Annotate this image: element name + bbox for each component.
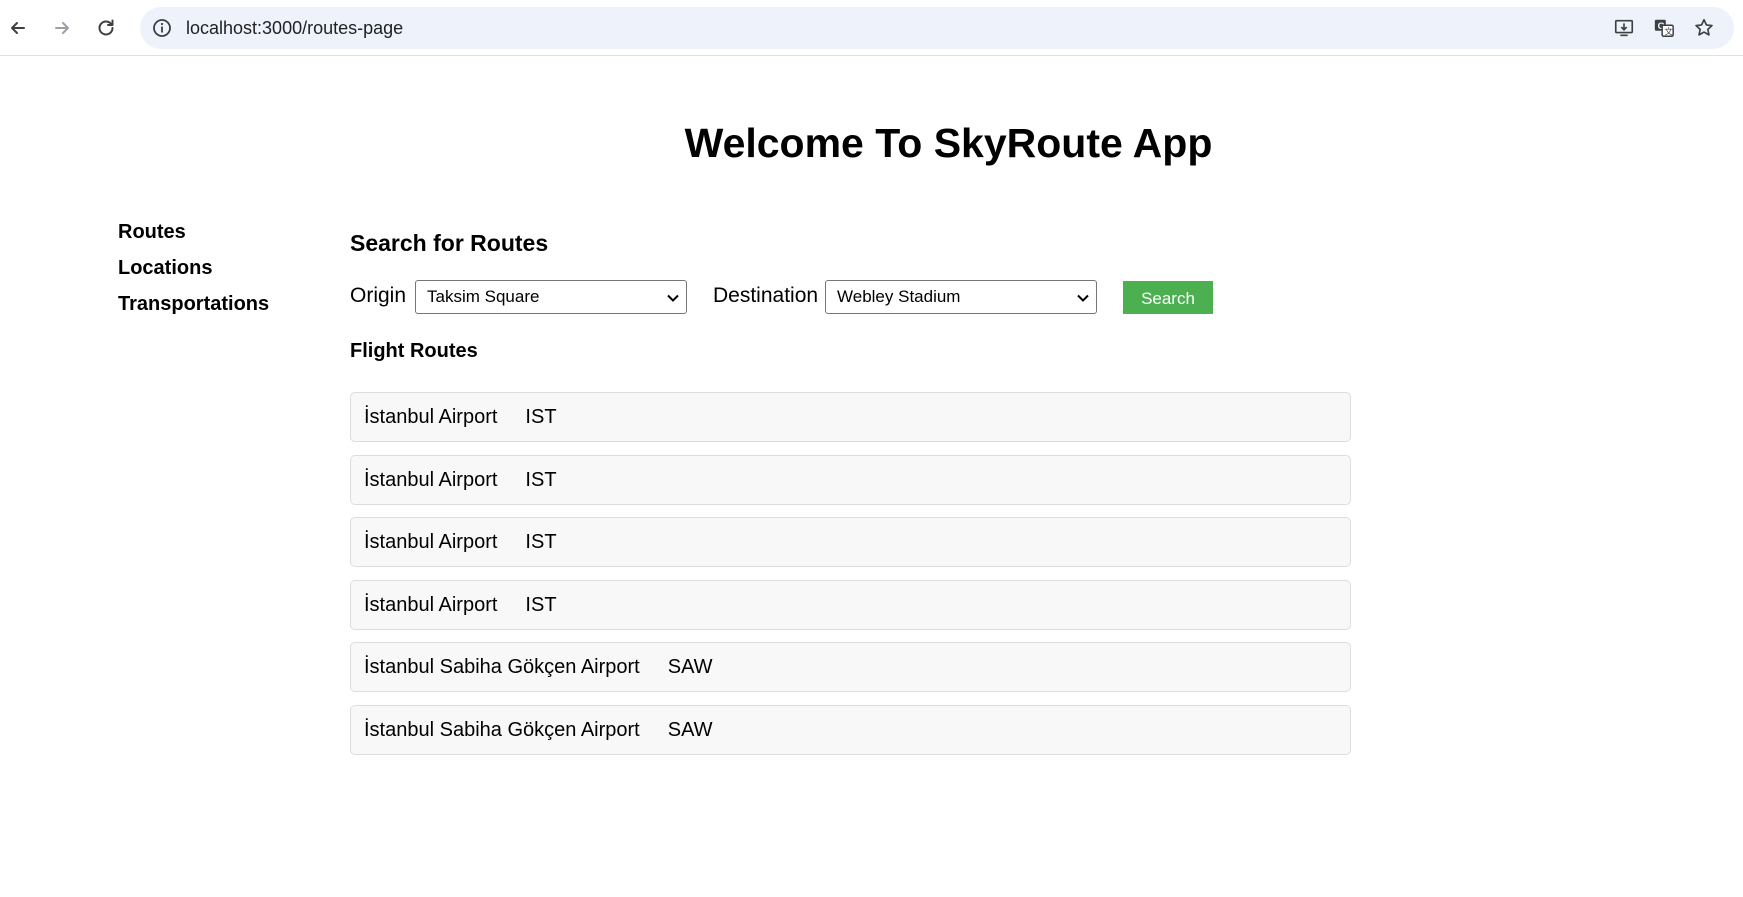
- route-airport-name: İstanbul Airport: [364, 593, 498, 616]
- route-airport-code: SAW: [667, 718, 713, 741]
- origin-selected-value: Taksim Square: [427, 287, 540, 306]
- route-airport-name: İstanbul Airport: [364, 531, 498, 553]
- list-item[interactable]: İstanbul Sabiha Gökçen Airport SAW: [350, 642, 1351, 692]
- search-form: Origin Taksim Square Destination Webley …: [350, 280, 1350, 316]
- list-item[interactable]: İstanbul Airport IST: [350, 517, 1351, 567]
- chevron-down-icon: [1077, 294, 1089, 302]
- browser-toolbar: localhost:3000/routes-page G 文: [0, 0, 1743, 56]
- translate-icon[interactable]: G 文: [1652, 16, 1676, 40]
- route-airport-code: SAW: [667, 656, 713, 678]
- search-heading: Search for Routes: [350, 230, 549, 256]
- list-item[interactable]: İstanbul Airport IST: [350, 579, 1351, 630]
- back-arrow-icon: [11, 22, 25, 34]
- routes-list: İstanbul Airport IST İstanbul Airport IST …: [350, 392, 1351, 767]
- destination-label: Destination: [713, 284, 819, 307]
- list-item[interactable]: İstanbul Airport IST: [350, 454, 1351, 505]
- route-airport-name: İstanbul Airport: [364, 406, 498, 428]
- route-airport-name: İstanbul Airport: [364, 468, 498, 491]
- sidebar-item-transportations[interactable]: Transportations: [118, 286, 269, 322]
- back-button[interactable]: [2, 12, 34, 44]
- route-airport-name: İstanbul Sabiha Gökçen Airport: [364, 718, 640, 741]
- forward-button[interactable]: [46, 12, 78, 44]
- chevron-down-icon: [667, 294, 679, 302]
- destination-selected-value: Webley Stadium: [837, 287, 961, 306]
- svg-text:文: 文: [1664, 26, 1672, 36]
- list-item[interactable]: İstanbul Airport IST: [350, 392, 1351, 442]
- reload-icon: [98, 19, 114, 36]
- install-app-icon[interactable]: [1612, 16, 1636, 40]
- search-button[interactable]: Search: [1123, 281, 1213, 314]
- flight-routes-heading: Flight Routes: [350, 340, 478, 362]
- route-airport-code: IST: [525, 531, 557, 553]
- page-title: Welcome To SkyRoute App: [684, 120, 1213, 166]
- route-airport-code: IST: [525, 593, 557, 616]
- route-airport-name: İstanbul Sabiha Gökçen Airport: [364, 656, 640, 678]
- origin-select[interactable]: Taksim Square: [415, 280, 687, 314]
- destination-select[interactable]: Webley Stadium: [825, 280, 1097, 314]
- sidebar-nav: Routes Locations Transportations: [118, 214, 269, 322]
- route-airport-code: IST: [525, 468, 557, 491]
- sidebar-item-locations[interactable]: Locations: [118, 250, 269, 286]
- reload-button[interactable]: [90, 12, 122, 44]
- route-airport-code: IST: [525, 406, 557, 428]
- address-bar[interactable]: localhost:3000/routes-page G 文: [140, 7, 1734, 49]
- origin-label: Origin: [350, 284, 407, 307]
- url-text[interactable]: localhost:3000/routes-page: [186, 18, 403, 39]
- main-content: Search for Routes Origin Taksim Square D…: [350, 226, 1351, 755]
- sidebar-item-routes[interactable]: Routes: [118, 214, 269, 250]
- site-info-icon[interactable]: [152, 18, 172, 38]
- list-item[interactable]: İstanbul Sabiha Gökçen Airport SAW: [350, 704, 1351, 755]
- bookmark-star-icon[interactable]: [1692, 16, 1716, 40]
- forward-arrow-icon: [55, 22, 69, 34]
